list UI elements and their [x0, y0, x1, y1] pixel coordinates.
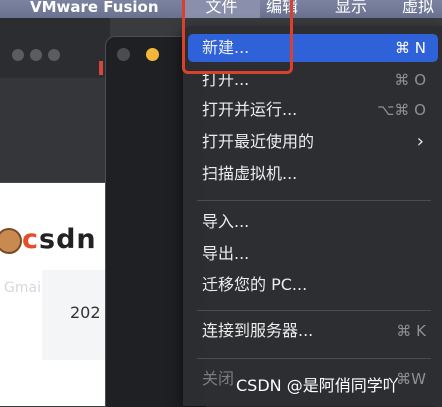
- window-close-dot[interactable]: [12, 49, 24, 61]
- menu-view[interactable]: 显示: [335, 0, 367, 18]
- menu-item-label: 迁移您的 PC...: [202, 275, 308, 294]
- annotation-highlight-frame: [182, 0, 293, 74]
- menu-item-shortcut: ⌘ K: [396, 322, 426, 340]
- menu-item-label: 导入...: [202, 212, 250, 231]
- menu-item-import[interactable]: 导入...: [188, 208, 438, 236]
- menu-item-scan-vms[interactable]: 扫描虚拟机...: [188, 160, 438, 188]
- menu-item-export[interactable]: 导出...: [188, 240, 438, 268]
- menu-separator: [197, 200, 431, 201]
- browser-tab-bar: [0, 18, 110, 78]
- menu-item-shortcut: ⌥⌘ O: [377, 101, 426, 119]
- tab-favicon: [99, 61, 103, 75]
- menu-item-shortcut: ⌘ N: [395, 39, 426, 57]
- menu-separator: [197, 358, 431, 359]
- menu-item-open-and-run[interactable]: 打开并运行... ⌥⌘ O: [188, 96, 438, 124]
- menu-item-label: 关闭: [202, 369, 235, 388]
- menu-item-label: 打开并运行...: [202, 100, 298, 119]
- menu-item-shortcut: ⌘ O: [394, 71, 426, 89]
- file-dropdown-menu: 新建... ⌘ N 打开... ⌘ O 打开并运行... ⌥⌘ O 打开最近使用…: [183, 26, 442, 406]
- menu-item-open-recent[interactable]: 打开最近使用的 ›: [188, 128, 438, 156]
- csdn-logo[interactable]: csdn: [0, 224, 110, 258]
- site-logo-text: csdn: [22, 224, 97, 255]
- menu-item-shortcut: ⌘W: [396, 370, 426, 388]
- menu-virtual-machine[interactable]: 虚拟: [402, 0, 434, 18]
- browser-window: → ↻ Gmail csdn 202: [0, 18, 110, 406]
- year-text: 202: [70, 303, 101, 322]
- chevron-right-icon: ›: [416, 131, 424, 152]
- bookmarks-bar: Gmail: [0, 132, 110, 298]
- vm-window-close-dot[interactable]: [117, 48, 130, 61]
- menu-app-name[interactable]: VMware Fusion: [30, 0, 159, 18]
- menu-item-connect-server[interactable]: 连接到服务器... ⌘ K: [188, 317, 438, 345]
- menu-item-label: 导出...: [202, 244, 250, 263]
- window-minimize-dot[interactable]: [30, 49, 42, 61]
- menu-item-label: 连接到服务器...: [202, 321, 314, 340]
- vm-window-minimize-dot[interactable]: [146, 48, 159, 61]
- menu-item-migrate-pc[interactable]: 迁移您的 PC...: [188, 271, 438, 299]
- bookmark-gmail[interactable]: Gmail: [4, 280, 45, 296]
- menu-item-label: 打开最近使用的: [202, 132, 315, 151]
- window-zoom-dot[interactable]: [48, 49, 60, 61]
- mascot-icon: [0, 228, 22, 254]
- browser-toolbar: → ↻: [0, 78, 110, 178]
- watermark: CSDN @是阿俏同学吖: [236, 376, 399, 395]
- menu-item-label: 扫描虚拟机...: [202, 164, 298, 183]
- menu-separator: [197, 310, 431, 311]
